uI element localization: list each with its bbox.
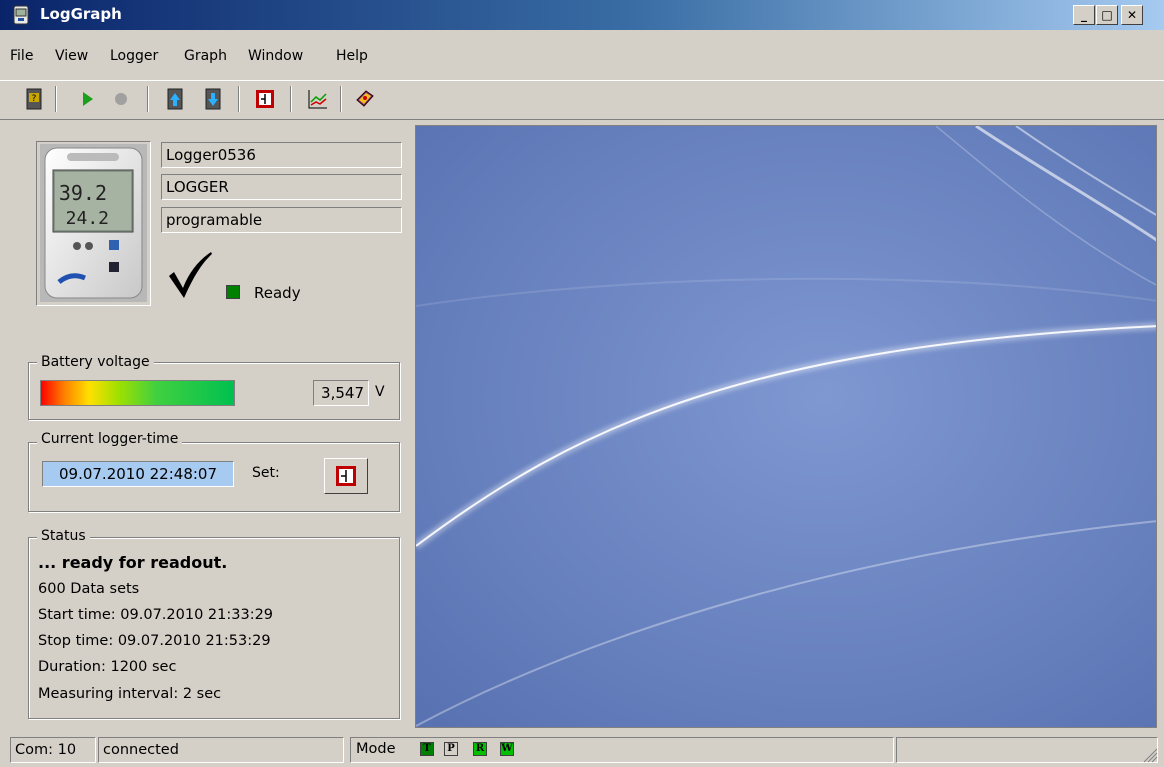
menu-window[interactable]: Window: [248, 48, 303, 64]
status-line: Measuring interval: 2 sec: [38, 686, 222, 702]
menu-graph[interactable]: Graph: [184, 48, 227, 64]
toolbar-separator: [340, 86, 342, 112]
logger-name-field: Logger0536: [161, 142, 402, 168]
toolbar-separator: [290, 86, 292, 112]
status-line: Duration: 1200 sec: [38, 659, 177, 675]
status-group-title: Status: [37, 528, 90, 544]
mode-indicator-t: T: [420, 742, 434, 756]
toolbar-separator: [238, 86, 240, 112]
maximize-button[interactable]: □: [1096, 5, 1118, 25]
download-icon[interactable]: [200, 86, 226, 112]
set-time-label: Set:: [252, 465, 280, 481]
play-icon[interactable]: [74, 86, 100, 112]
battery-unit-label: V: [375, 384, 385, 400]
mode-label: Mode: [356, 741, 396, 757]
logger-type-field: LOGGER: [161, 174, 402, 200]
menu-file[interactable]: File: [10, 48, 33, 64]
logger-info-icon[interactable]: ?: [21, 86, 47, 112]
resize-grip-icon[interactable]: [1140, 745, 1158, 763]
svg-text:39.2: 39.2: [59, 181, 107, 205]
upload-icon[interactable]: [162, 86, 188, 112]
workspace-background-image: [416, 126, 1156, 727]
toolbar-separator: [55, 86, 57, 112]
minimize-button[interactable]: _: [1073, 5, 1095, 25]
checkmark-icon: [165, 250, 215, 300]
stop-icon[interactable]: [108, 86, 134, 112]
status-headline: ... ready for readout.: [38, 553, 228, 572]
graph-workspace[interactable]: [415, 125, 1157, 728]
connection-status-cell: connected: [98, 737, 344, 763]
menu-logger[interactable]: Logger: [110, 48, 158, 64]
status-line: 600 Data sets: [38, 581, 140, 597]
menu-bar: [0, 30, 1164, 70]
title-bar[interactable]: [0, 0, 1164, 30]
menu-view[interactable]: View: [55, 48, 88, 64]
status-line: Start time: 09.07.2010 21:33:29: [38, 607, 274, 623]
window-title: LogGraph: [40, 5, 122, 23]
mode-indicator-w: W: [500, 742, 514, 756]
ready-indicator-icon: [226, 285, 240, 299]
toolbar-separator: [147, 86, 149, 112]
svg-text:?: ?: [32, 94, 37, 104]
set-time-icon: [336, 466, 356, 486]
help-book-icon[interactable]: [352, 86, 378, 112]
app-icon: [12, 5, 30, 25]
battery-level-bar: [40, 380, 235, 406]
svg-text:24.2: 24.2: [66, 208, 109, 229]
mode-indicator-p: P: [444, 742, 458, 756]
com-port-cell: Com: 10: [10, 737, 96, 763]
graph-icon[interactable]: [305, 86, 331, 112]
set-time-icon[interactable]: [252, 86, 278, 112]
mode-indicator-r: R: [473, 742, 487, 756]
close-button[interactable]: ✕: [1121, 5, 1143, 25]
logger-time-field[interactable]: 09.07.2010 22:48:07: [42, 461, 234, 487]
menu-help[interactable]: Help: [336, 48, 368, 64]
logger-device-image: 39.2 24.2: [36, 141, 151, 306]
logger-time-group-title: Current logger-time: [37, 431, 183, 447]
status-bar-empty-cell: [896, 737, 1158, 763]
ready-label: Ready: [254, 284, 301, 302]
status-line: Stop time: 09.07.2010 21:53:29: [38, 633, 271, 649]
set-time-button[interactable]: [324, 458, 368, 494]
logger-mode-field: programable: [161, 207, 402, 233]
battery-value-field: 3,547: [313, 380, 369, 406]
battery-group-title: Battery voltage: [37, 354, 154, 370]
